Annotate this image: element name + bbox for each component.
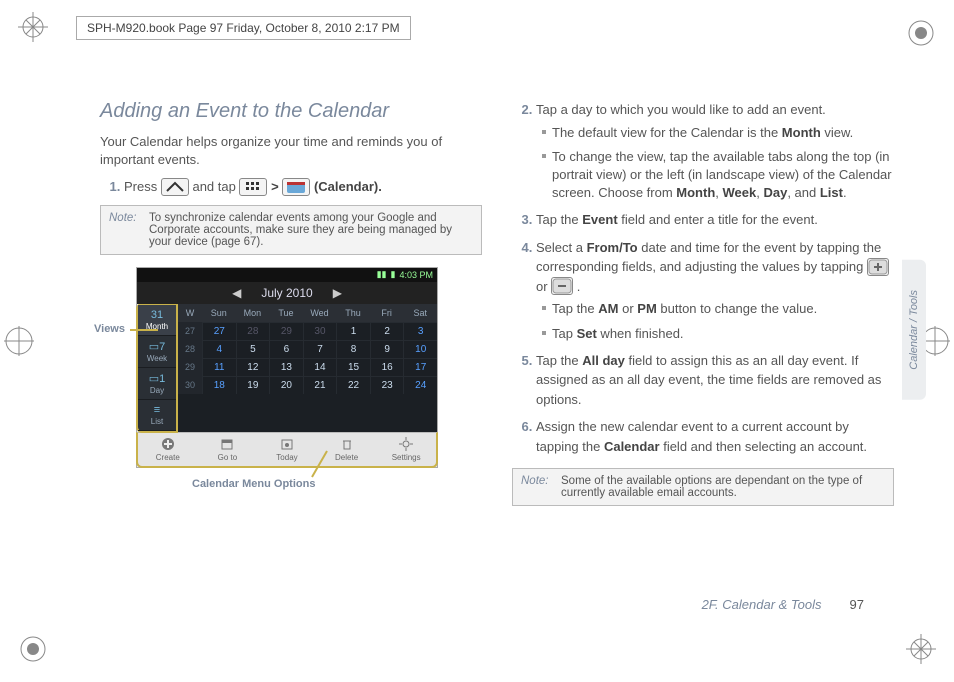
calendar-day: 17: [403, 358, 437, 376]
view-tabs: 31Month ▭7Week ▭1Day ≡List: [136, 303, 178, 433]
tab-month[interactable]: 31Month: [138, 305, 176, 336]
status-bar: ▮▮ ▮ 4:03 PM: [137, 268, 437, 282]
calendar-screenshot: ▮▮ ▮ 4:03 PM ◀ July 2010 ▶ 31Month ▭7Wee…: [136, 267, 438, 468]
crop-mark-icon: [4, 326, 34, 356]
calendar-day[interactable]: 27: [202, 322, 236, 340]
step-5: Tap the All day field to assign this as …: [536, 351, 894, 410]
calendar-day: 3: [403, 322, 437, 340]
note-text: Some of the available options are depend…: [561, 475, 885, 499]
intro-text: Your Calendar helps organize your time a…: [100, 133, 482, 169]
calendar-day[interactable]: 28: [236, 322, 270, 340]
calendar-day: 24: [403, 376, 437, 394]
step-3: Tap the Event field and enter a title fo…: [536, 210, 894, 230]
note-box: Note: To synchronize calendar events amo…: [100, 205, 482, 255]
menu-goto[interactable]: Go to: [198, 433, 258, 466]
calendar-day[interactable]: 13: [269, 358, 303, 376]
calendar-day: 4: [202, 340, 236, 358]
calendar-header: ◀ July 2010 ▶: [137, 282, 437, 304]
calendar-app-icon: [282, 178, 310, 196]
plus-button-icon: [867, 258, 889, 276]
minus-button-icon: [551, 277, 573, 295]
calendar-menu-options: Create Go to Today Delete Settings: [136, 432, 438, 468]
section-title: Adding an Event to the Calendar: [100, 100, 482, 123]
calendar-day[interactable]: 29: [269, 322, 303, 340]
step-4-sub-b: Tap Set when finished.: [542, 325, 894, 343]
calendar-day[interactable]: 7: [303, 340, 337, 358]
crop-mark-icon: [18, 12, 48, 42]
calendar-day[interactable]: 19: [236, 376, 270, 394]
calendar-day[interactable]: 23: [370, 376, 404, 394]
calendar-day: 18: [202, 376, 236, 394]
note-box: Note: Some of the available options are …: [512, 468, 894, 506]
battery-icon: ▮: [391, 269, 396, 280]
calendar-day[interactable]: 8: [336, 340, 370, 358]
step-6: Assign the new calendar event to a curre…: [536, 417, 894, 456]
calendar-day[interactable]: 14: [303, 358, 337, 376]
calendar-day[interactable]: 21: [303, 376, 337, 394]
step-1: Press and tap > (Calendar).: [124, 177, 482, 197]
calendar-day[interactable]: 9: [370, 340, 404, 358]
tab-week[interactable]: ▭7Week: [138, 336, 176, 368]
calendar-day[interactable]: 20: [269, 376, 303, 394]
calendar-day[interactable]: 5: [236, 340, 270, 358]
calendar-grid[interactable]: WSunMonTueWedThuFriSat272728293012328456…: [178, 304, 437, 432]
step-2-sub-b: To change the view, tap the available ta…: [542, 148, 894, 203]
calendar-day: 10: [403, 340, 437, 358]
menu-settings[interactable]: Settings: [376, 433, 436, 466]
calendar-day[interactable]: 22: [336, 376, 370, 394]
note-label: Note:: [109, 212, 143, 248]
running-header: SPH-M920.book Page 97 Friday, October 8,…: [76, 16, 411, 40]
calendar-month-title: July 2010: [261, 286, 312, 300]
prev-month-button[interactable]: ◀: [232, 286, 241, 300]
crop-mark-icon: [18, 634, 48, 664]
status-time: 4:03 PM: [399, 270, 433, 280]
tab-list[interactable]: ≡List: [138, 400, 176, 431]
calendar-day[interactable]: 16: [370, 358, 404, 376]
step-4: Select a From/To date and time for the e…: [536, 238, 894, 343]
chapter-title: 2F. Calendar & Tools: [702, 597, 822, 612]
step-2: Tap a day to which you would like to add…: [536, 100, 894, 202]
menu-create[interactable]: Create: [138, 433, 198, 466]
home-key-icon: [161, 178, 189, 196]
callout-leader-line: [130, 329, 158, 331]
tab-day[interactable]: ▭1Day: [138, 368, 176, 400]
step-2-sub-a: The default view for the Calendar is the…: [542, 124, 894, 142]
next-month-button[interactable]: ▶: [333, 286, 342, 300]
crop-mark-icon: [906, 18, 936, 48]
calendar-day[interactable]: 15: [336, 358, 370, 376]
page-footer: 2F. Calendar & Tools 97: [702, 597, 864, 612]
page-number: 97: [850, 597, 864, 612]
crop-mark-icon: [906, 634, 936, 664]
note-text: To synchronize calendar events among you…: [149, 212, 473, 248]
menu-today[interactable]: Today: [257, 433, 317, 466]
calendar-day[interactable]: 30: [303, 322, 337, 340]
callout-menu-options: Calendar Menu Options: [192, 478, 315, 490]
step-4-sub-a: Tap the AM or PM button to change the va…: [542, 300, 894, 318]
apps-grid-icon: [239, 178, 267, 196]
note-label: Note:: [521, 475, 555, 499]
calendar-day[interactable]: 12: [236, 358, 270, 376]
calendar-day[interactable]: 2: [370, 322, 404, 340]
calendar-day[interactable]: 6: [269, 340, 303, 358]
section-thumb-tab: Calendar / Tools: [902, 260, 926, 400]
calendar-day: 11: [202, 358, 236, 376]
signal-icon: ▮▮: [377, 269, 387, 280]
calendar-day[interactable]: 1: [336, 322, 370, 340]
callout-views: Views: [94, 323, 125, 335]
